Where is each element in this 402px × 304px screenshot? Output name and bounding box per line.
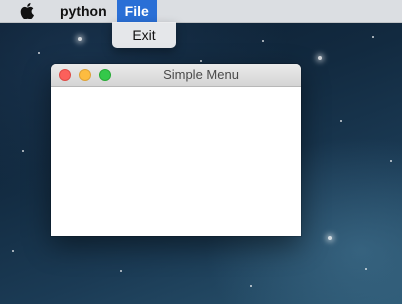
window-content xyxy=(51,87,301,236)
star xyxy=(120,270,122,272)
apple-menu-icon[interactable] xyxy=(20,0,34,22)
star xyxy=(318,56,322,60)
apple-logo-icon xyxy=(20,3,34,19)
star xyxy=(340,120,342,122)
star xyxy=(200,60,202,62)
window-title: Simple Menu xyxy=(163,67,239,82)
desktop-background: python File Exit Simple Menu xyxy=(0,0,402,304)
window-titlebar[interactable]: Simple Menu xyxy=(51,64,301,87)
star xyxy=(22,150,24,152)
star xyxy=(365,268,367,270)
star xyxy=(328,236,332,240)
exit-menu-item[interactable]: Exit xyxy=(112,27,176,43)
star xyxy=(390,160,392,162)
star xyxy=(262,40,264,42)
app-menu[interactable]: python xyxy=(52,0,115,22)
app-window: Simple Menu xyxy=(51,64,301,236)
star xyxy=(38,52,40,54)
star xyxy=(12,250,14,252)
star xyxy=(78,37,82,41)
star xyxy=(250,285,252,287)
star xyxy=(372,36,374,38)
file-menu[interactable]: File xyxy=(116,0,157,22)
menu-bar: python File xyxy=(0,0,402,23)
file-dropdown: Exit xyxy=(112,22,176,48)
